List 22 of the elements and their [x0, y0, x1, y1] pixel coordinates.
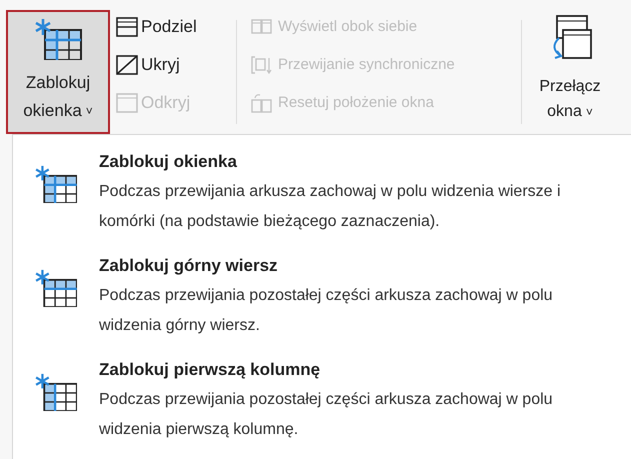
menu-item[interactable]: Zablokuj górny wiersz Podczas przewijania pozostałej części arkusza zachowaj w polu widzenia górny wiersz.: [13, 251, 631, 355]
menu-item-description: Podczas przewijania arkusza zachowaj w polu widzenia wiersze i komórki (na podstawie bieżącego zaznaczenia).: [99, 182, 562, 232]
freeze-panes-icon: [35, 165, 77, 203]
menu-item[interactable]: Zablokuj okienka Podczas przewijania arkusza zachowaj w polu widzenia wiersze i komórki (na podstawie bieżącego zaznaczenia).: [13, 147, 631, 251]
reset-position-icon: [251, 93, 273, 113]
freeze-first-column-icon: [35, 373, 77, 411]
sync-scroll-icon: [251, 55, 273, 75]
menu-item-title: Zablokuj pierwszą kolumnę: [99, 359, 322, 381]
menu-item-title: Zablokuj górny wiersz: [99, 255, 279, 277]
split-icon: [116, 17, 138, 37]
freeze-panes-button[interactable]: Zablokuj okienka ˅: [6, 10, 110, 134]
freeze-top-row-icon: [35, 269, 77, 307]
window-icon: [116, 93, 138, 113]
ribbon-button[interactable]: Ukryj: [116, 52, 226, 78]
hide-window-icon: [116, 55, 138, 75]
menu-item-description: Podczas przewijania pozostałej części arkusza zachowaj w polu widzenia górny wiersz.: [99, 286, 554, 336]
menu-item-description: Podczas przewijania pozostałej części arkusza zachowaj w polu widzenia pierwszą kolumnę.: [99, 390, 554, 440]
menu-item[interactable]: Zablokuj pierwszą kolumnę Podczas przewijania pozostałej części arkusza zachowaj w polu widzenia pierwszą kolumnę.: [13, 355, 631, 459]
freeze-panes-icon: [34, 18, 82, 60]
switch-windows-button[interactable]: Przełącz okna ˅: [528, 10, 612, 134]
ribbon-button[interactable]: Podziel: [116, 14, 226, 40]
menu-item-title: Zablokuj okienka: [99, 151, 238, 173]
